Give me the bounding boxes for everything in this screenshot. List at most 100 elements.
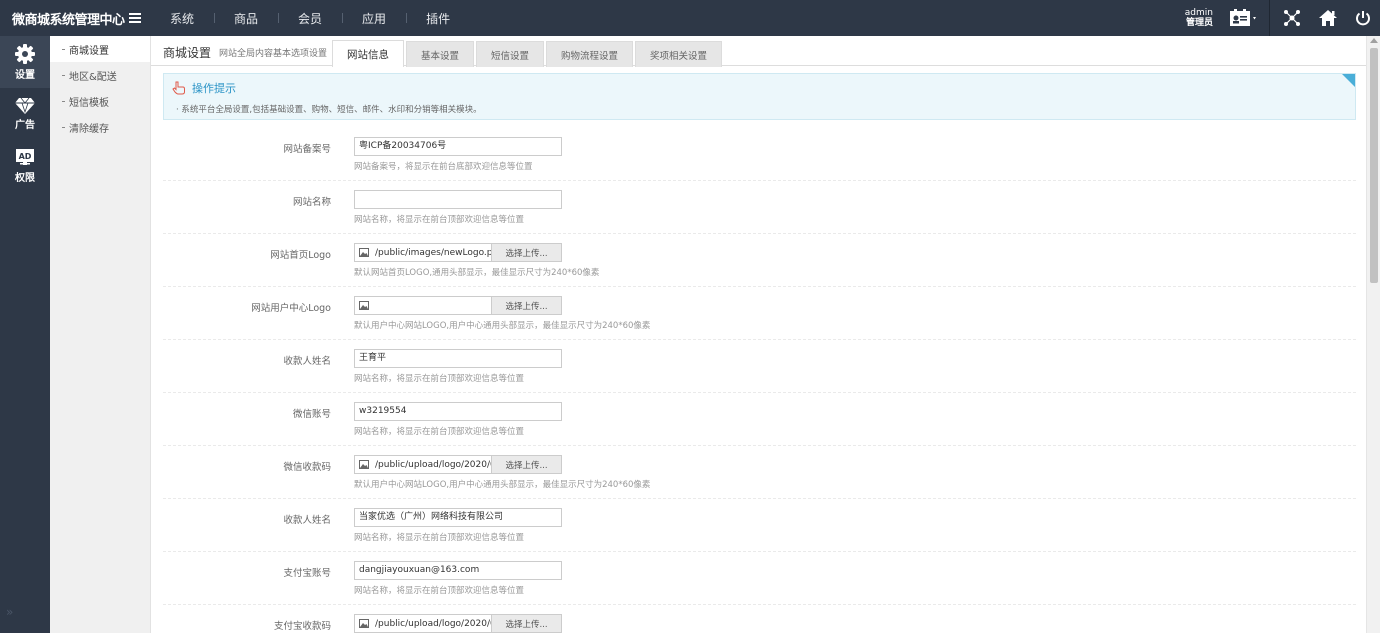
field-label: 收款人姓名 (283, 356, 331, 367)
submenu-item-mall-settings[interactable]: 商城设置 (50, 36, 150, 62)
field-hint: 网站备案号，将显示在前台底部欢迎信息等位置 (354, 162, 533, 172)
home-logo-upload-button[interactable]: 选择上传... (492, 244, 561, 261)
tab-basic-settings[interactable]: 基本设置 (406, 41, 475, 67)
image-icon (359, 301, 369, 310)
submenu-label: 清除缓存 (69, 123, 109, 135)
profile-card-icon[interactable] (1221, 0, 1265, 36)
sitemap-icon[interactable] (1274, 0, 1310, 36)
top-right-tools: admin 管理员 (1185, 0, 1380, 36)
page-title: 商城设置 (163, 46, 212, 60)
wechat-account-input[interactable]: w3219554 (354, 402, 562, 421)
file-path-text: /public/upload/logo/2020/0 (375, 618, 492, 629)
ad-icon: AD (16, 148, 34, 165)
admin-info: admin 管理员 (1185, 8, 1213, 28)
field-label: 网站名称 (292, 197, 331, 208)
form-row-user-logo: 网站用户中心Logo 选择上传... 默认用户中心网站LOGO,用户中心通用头部… (163, 287, 1356, 340)
sub-menu: 商城设置 地区&配送 短信模板 清除缓存 (50, 36, 151, 633)
sidebar-item-permissions[interactable]: AD 权限 (0, 140, 50, 192)
scroll-thumb[interactable] (1370, 48, 1378, 283)
file-path-text: /public/images/newLogo.pn (375, 247, 492, 258)
alipay-qr-path[interactable]: /public/upload/logo/2020/0 (355, 615, 492, 632)
submenu-item-region-delivery[interactable]: 地区&配送 (50, 62, 150, 88)
nav-plugins[interactable]: 插件 (406, 10, 470, 27)
field-hint: 网站名称，将显示在前台顶部欢迎信息等位置 (354, 215, 525, 225)
menu-toggle-icon[interactable] (120, 13, 150, 23)
nav-system[interactable]: 系统 (150, 10, 214, 27)
gear-icon (15, 43, 35, 64)
field-hint: 网站名称，将显示在前台顶部欢迎信息等位置 (354, 374, 525, 384)
sidebar-label-ads: 广告 (15, 119, 35, 131)
diamond-icon (15, 97, 35, 114)
field-label: 支付宝账号 (283, 568, 331, 579)
power-icon[interactable] (1346, 0, 1380, 36)
image-icon (359, 619, 369, 628)
sidebar-item-settings[interactable]: 设置 (0, 36, 50, 88)
home-icon[interactable] (1310, 0, 1346, 36)
file-path-text: /public/upload/logo/2020/0 (375, 459, 492, 470)
page-scrollbar[interactable] (1366, 36, 1380, 633)
form-row-alipay-qr: 支付宝收款码 /public/upload/logo/2020/0 选择上传..… (163, 605, 1356, 633)
sidebar-item-ads[interactable]: 广告 (0, 88, 50, 140)
submenu-item-sms-template[interactable]: 短信模板 (50, 88, 150, 114)
field-label: 网站备案号 (283, 144, 331, 155)
field-label: 支付宝收款码 (273, 621, 331, 632)
form-row-icp: 网站备案号 粤ICP备20034706号 网站备案号，将显示在前台底部欢迎信息等… (163, 128, 1356, 181)
divider (1269, 0, 1270, 36)
corner-fold-icon[interactable] (1342, 74, 1355, 87)
site-name-input[interactable] (354, 190, 562, 209)
home-logo-file-field: /public/images/newLogo.pn 选择上传... (354, 243, 562, 262)
wechat-qr-path[interactable]: /public/upload/logo/2020/0 (355, 456, 492, 473)
tab-shopping-flow[interactable]: 购物流程设置 (546, 41, 634, 67)
submenu-item-clear-cache[interactable]: 清除缓存 (50, 114, 150, 140)
home-logo-path[interactable]: /public/images/newLogo.pn (355, 244, 492, 261)
scroll-up-arrow-icon[interactable] (1370, 38, 1378, 43)
page-description: 网站全局内容基本选项设置 (219, 49, 328, 59)
settings-form: 网站备案号 粤ICP备20034706号 网站备案号，将显示在前台底部欢迎信息等… (163, 128, 1356, 633)
bullet-icon (62, 100, 65, 102)
tips-title[interactable]: 操作提示 (172, 80, 236, 96)
nav-apps[interactable]: 应用 (342, 10, 406, 27)
tabs-row: 商城设置 网站全局内容基本选项设置 网站信息 基本设置 短信设置 购物流程设置 … (151, 36, 1366, 67)
form-row-site-name: 网站名称 网站名称，将显示在前台顶部欢迎信息等位置 (163, 181, 1356, 234)
payee-company-input[interactable]: 当家优选（广州）网络科技有限公司 (354, 508, 562, 527)
field-label: 微信收款码 (283, 462, 331, 473)
tips-panel: 操作提示 · 系统平台全局设置,包括基础设置、购物、短信、邮件、水印和分销等相关… (163, 73, 1356, 120)
tab-prize-settings[interactable]: 奖项相关设置 (635, 41, 723, 67)
alipay-qr-upload-button[interactable]: 选择上传... (492, 615, 561, 632)
tab-sms-settings[interactable]: 短信设置 (476, 41, 545, 67)
bullet-icon (62, 48, 65, 50)
icp-input[interactable]: 粤ICP备20034706号 (354, 137, 562, 156)
tab-site-info[interactable]: 网站信息 (332, 40, 404, 67)
field-label: 收款人姓名 (283, 515, 331, 526)
admin-role: 管理员 (1185, 18, 1213, 28)
form-row-payee-company: 收款人姓名 当家优选（广州）网络科技有限公司 网站名称，将显示在前台顶部欢迎信息… (163, 499, 1356, 552)
nav-goods[interactable]: 商品 (214, 10, 278, 27)
top-nav: 系统 商品 会员 应用 插件 (150, 0, 470, 36)
collapse-icon[interactable]: » (6, 605, 13, 619)
field-hint: 默认用户中心网站LOGO,用户中心通用头部显示，最佳显示尺寸为240*60像素 (354, 480, 651, 490)
form-row-wechat-qr: 微信收款码 /public/upload/logo/2020/0 选择上传...… (163, 446, 1356, 499)
payee-name-input[interactable]: 王育平 (354, 349, 562, 368)
user-logo-upload-button[interactable]: 选择上传... (492, 297, 561, 314)
form-row-alipay-account: 支付宝账号 dangjiayouxuan@163.com 网站名称，将显示在前台… (163, 552, 1356, 605)
user-logo-path[interactable] (355, 297, 492, 314)
main-content: 商城设置 网站全局内容基本选项设置 网站信息 基本设置 短信设置 购物流程设置 … (151, 36, 1366, 633)
admin-name: admin (1184, 8, 1213, 18)
field-label: 微信账号 (292, 409, 331, 420)
sidebar-label-settings: 设置 (15, 69, 35, 81)
field-hint: 默认用户中心网站LOGO,用户中心通用头部显示，最佳显示尺寸为240*60像素 (354, 321, 651, 331)
wechat-qr-upload-button[interactable]: 选择上传... (492, 456, 561, 473)
field-label: 网站首页Logo (270, 250, 331, 261)
sidebar-label-permissions: 权限 (15, 172, 35, 184)
field-hint: 默认网站首页LOGO,通用头部显示，最佳显示尺寸为240*60像素 (354, 268, 600, 278)
nav-member[interactable]: 会员 (278, 10, 342, 27)
hand-pointer-icon (172, 81, 185, 95)
image-icon (359, 460, 369, 469)
alipay-qr-file-field: /public/upload/logo/2020/0 选择上传... (354, 614, 562, 633)
svg-text:AD: AD (19, 152, 32, 161)
field-hint: 网站名称，将显示在前台顶部欢迎信息等位置 (354, 427, 525, 437)
submenu-label: 短信模板 (69, 97, 109, 109)
alipay-account-input[interactable]: dangjiayouxuan@163.com (354, 561, 562, 580)
image-icon (359, 248, 369, 257)
tab-bar: 网站信息 基本设置 短信设置 购物流程设置 奖项相关设置 (332, 40, 724, 67)
